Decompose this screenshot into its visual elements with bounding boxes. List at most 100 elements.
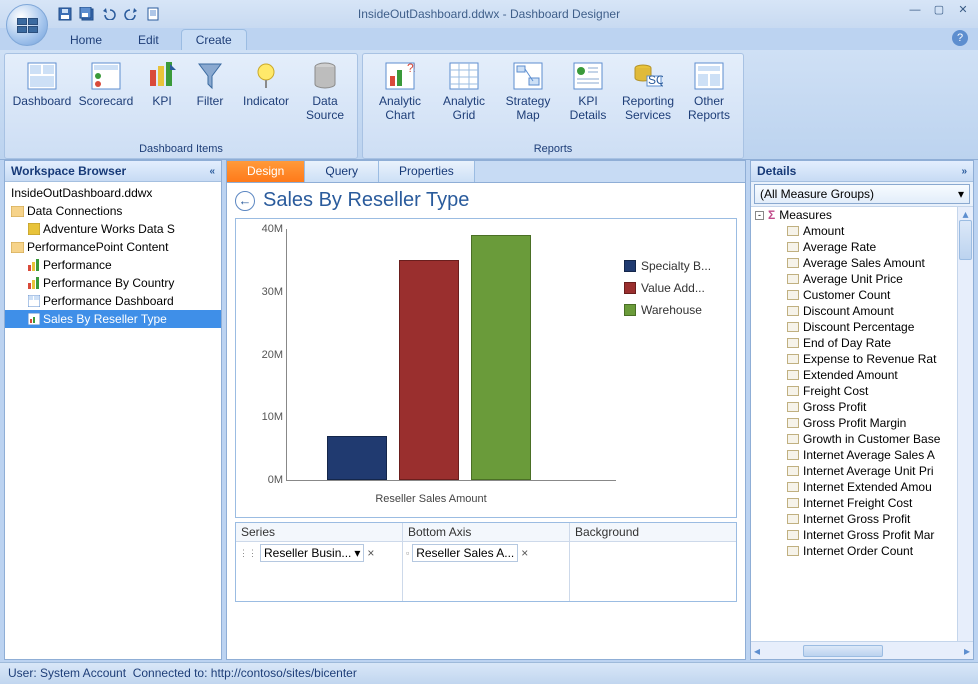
ribbon-other-reports[interactable]: Other Reports	[681, 58, 737, 141]
kpi-icon	[146, 60, 178, 92]
menu-bar: Home Edit Create ?	[0, 28, 978, 50]
dashboard-tree-icon	[27, 295, 40, 308]
bar-specialty[interactable]	[327, 436, 387, 480]
background-well-header: Background	[570, 523, 736, 542]
bottomaxis-well[interactable]: ▫Reseller Sales A...×	[403, 542, 569, 564]
measure-item[interactable]: Expense to Revenue Rat	[751, 351, 973, 367]
ribbon-kpi-details[interactable]: KPI Details	[561, 58, 615, 141]
tab-query[interactable]: Query	[305, 161, 379, 182]
workspace-browser-title: Workspace Browser	[11, 164, 126, 178]
measure-item[interactable]: Gross Profit Margin	[751, 415, 973, 431]
tree-item[interactable]: PerformancePoint Content	[5, 238, 221, 256]
measure-item[interactable]: Extended Amount	[751, 367, 973, 383]
tab-properties[interactable]: Properties	[379, 161, 475, 182]
folder-icon	[11, 241, 24, 254]
grid-icon	[448, 60, 480, 92]
center-panel: Design Query Properties ← Sales By Resel…	[226, 160, 746, 660]
collapse-right-icon[interactable]: »	[961, 166, 967, 177]
ribbon-reporting-services[interactable]: SQLReporting Services	[617, 58, 679, 141]
title-bar: InsideOutDashboard.ddwx - Dashboard Desi…	[0, 0, 978, 28]
bar-warehouse[interactable]	[471, 235, 531, 480]
dashboard-icon	[26, 60, 58, 92]
refresh-icon[interactable]	[144, 5, 162, 23]
measure-item[interactable]: Internet Order Count	[751, 543, 973, 559]
background-well[interactable]	[570, 542, 736, 546]
measure-item[interactable]: Discount Percentage	[751, 319, 973, 335]
ribbon: Dashboard Scorecard KPI Filter Indicator…	[0, 50, 978, 160]
minimize-button[interactable]: —	[906, 4, 924, 18]
close-button[interactable]: ✕	[954, 4, 972, 18]
horizontal-scrollbar[interactable]: ◂▸	[751, 641, 973, 659]
tree-item[interactable]: Performance By Country	[5, 274, 221, 292]
ribbon-analytic-grid[interactable]: Analytic Grid	[433, 58, 495, 141]
y-tick: 30M	[262, 286, 283, 298]
save-icon[interactable]	[56, 5, 74, 23]
filter-icon	[194, 60, 226, 92]
legend-item[interactable]: Value Add...	[624, 281, 726, 295]
scorecard-icon	[90, 60, 122, 92]
measure-item[interactable]: Average Sales Amount	[751, 255, 973, 271]
tab-design[interactable]: Design	[227, 161, 305, 182]
measure-item[interactable]: End of Day Rate	[751, 335, 973, 351]
status-bar: User: System Account Connected to: http:…	[0, 662, 978, 684]
measure-item[interactable]: Internet Average Sales A	[751, 447, 973, 463]
bar-value-added[interactable]	[399, 260, 459, 480]
report-tree-icon	[27, 313, 40, 326]
maximize-button[interactable]: ▢	[930, 4, 948, 18]
details-panel: Details» (All Measure Groups)▾ -ΣMeasure…	[750, 160, 974, 660]
ribbon-analytic-chart[interactable]: ?!Analytic Chart	[369, 58, 431, 141]
save-all-icon[interactable]	[78, 5, 96, 23]
measure-item[interactable]: Internet Extended Amou	[751, 479, 973, 495]
menu-create[interactable]: Create	[181, 29, 247, 50]
workspace-tree[interactable]: InsideOutDashboard.ddwx Data Connections…	[5, 182, 221, 659]
legend-item[interactable]: Warehouse	[624, 303, 726, 317]
ribbon-datasource[interactable]: Data Source	[299, 58, 351, 141]
ribbon-scorecard[interactable]: Scorecard	[75, 58, 137, 141]
measure-icon	[787, 514, 799, 524]
tree-item[interactable]: InsideOutDashboard.ddwx	[5, 184, 221, 202]
menu-home[interactable]: Home	[56, 30, 116, 50]
vertical-scrollbar[interactable]: ▴	[957, 207, 973, 641]
undo-icon[interactable]	[100, 5, 118, 23]
tree-item[interactable]: Performance	[5, 256, 221, 274]
ribbon-dashboard[interactable]: Dashboard	[11, 58, 73, 141]
collapse-left-icon[interactable]: «	[209, 166, 215, 177]
tree-item[interactable]: Adventure Works Data S	[5, 220, 221, 238]
measure-item[interactable]: Freight Cost	[751, 383, 973, 399]
y-tick: 40M	[262, 223, 283, 235]
measure-icon	[787, 274, 799, 284]
app-menu-button[interactable]	[6, 4, 48, 46]
measure-list[interactable]: -ΣMeasures AmountAverage RateAverage Sal…	[751, 206, 973, 659]
measure-icon	[787, 530, 799, 540]
measure-item[interactable]: Average Unit Price	[751, 271, 973, 287]
measure-item[interactable]: Customer Count	[751, 287, 973, 303]
measure-item[interactable]: Internet Average Unit Pri	[751, 463, 973, 479]
legend-item[interactable]: Specialty B...	[624, 259, 726, 273]
ribbon-strategy-map[interactable]: Strategy Map	[497, 58, 559, 141]
y-tick: 20M	[262, 349, 283, 361]
measure-item[interactable]: Discount Amount	[751, 303, 973, 319]
measure-item[interactable]: Gross Profit	[751, 399, 973, 415]
tree-item[interactable]: Data Connections	[5, 202, 221, 220]
measure-item[interactable]: Internet Freight Cost	[751, 495, 973, 511]
measure-group-combo[interactable]: (All Measure Groups)▾	[754, 184, 970, 204]
ribbon-indicator[interactable]: Indicator	[235, 58, 297, 141]
help-icon[interactable]: ?	[952, 30, 968, 46]
ribbon-filter[interactable]: Filter	[187, 58, 233, 141]
tree-item-selected[interactable]: Sales By Reseller Type	[5, 310, 221, 328]
chart-area[interactable]: 40M 30M 20M 10M 0M Reseller Sales Amount…	[235, 218, 737, 518]
ribbon-group-label: Reports	[363, 141, 743, 158]
ribbon-kpi[interactable]: KPI	[139, 58, 185, 141]
menu-edit[interactable]: Edit	[124, 30, 173, 50]
measure-item[interactable]: Growth in Customer Base	[751, 431, 973, 447]
measure-item[interactable]: Average Rate	[751, 239, 973, 255]
measure-item[interactable]: Amount	[751, 223, 973, 239]
measures-root[interactable]: Measures	[779, 208, 832, 222]
back-button[interactable]: ←	[235, 191, 255, 211]
series-well[interactable]: ⋮⋮Reseller Busin... ▾×	[236, 542, 402, 564]
redo-icon[interactable]	[122, 5, 140, 23]
measure-item[interactable]: Internet Gross Profit Mar	[751, 527, 973, 543]
measure-item[interactable]: Internet Gross Profit	[751, 511, 973, 527]
cube-icon	[27, 223, 40, 236]
tree-item[interactable]: Performance Dashboard	[5, 292, 221, 310]
